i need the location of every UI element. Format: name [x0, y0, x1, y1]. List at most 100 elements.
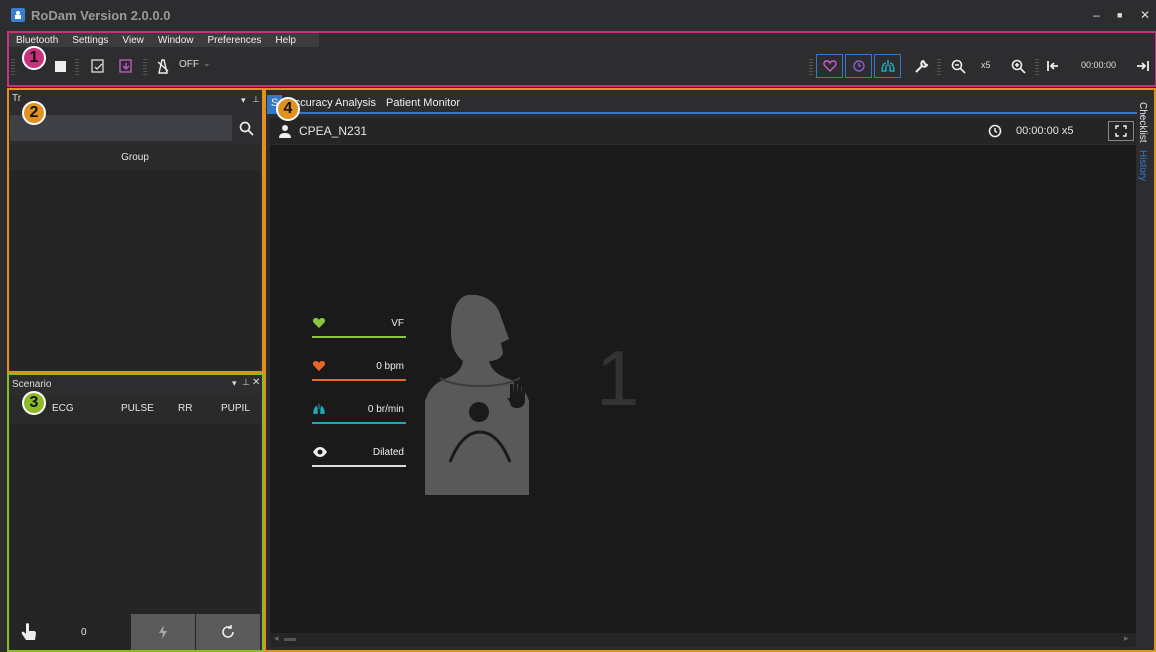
respiration-value: 0 br/min — [367, 404, 404, 415]
history-view-button[interactable] — [845, 54, 872, 78]
column-rr[interactable]: RR — [178, 403, 192, 414]
manikin-torso[interactable] — [420, 290, 545, 495]
manikin-stage: 1 — [270, 145, 1136, 633]
metronome-button[interactable] — [155, 57, 171, 75]
skip-to-start-button[interactable] — [1045, 58, 1061, 74]
column-pulse[interactable]: PULSE — [121, 403, 154, 414]
fullscreen-button[interactable] — [1108, 121, 1134, 141]
lungs-icon — [880, 60, 895, 72]
ecg-value: VF — [391, 318, 404, 329]
pin-icon[interactable]: ⊥ — [252, 94, 260, 105]
toolbar-grip[interactable] — [809, 59, 813, 75]
heart-icon — [312, 361, 326, 371]
document-check-icon — [91, 59, 104, 73]
pulse-vital: 0 bpm — [312, 359, 406, 381]
toolbar-grip[interactable] — [937, 59, 941, 75]
scenario-footer: 0 — [10, 614, 260, 650]
skip-start-icon — [1047, 61, 1058, 71]
scenario-table-header: ECG PULSE RR PUPIL — [10, 395, 260, 423]
scroll-left-icon[interactable]: ◂ — [274, 633, 279, 644]
menu-view[interactable]: View — [115, 35, 151, 46]
check-document-button[interactable] — [89, 57, 107, 75]
pupil-value: Dilated — [372, 447, 404, 458]
zoom-factor: x5 — [981, 60, 991, 70]
lightning-icon — [159, 625, 167, 639]
menu-window[interactable]: Window — [151, 35, 201, 46]
hand-press-button[interactable] — [20, 622, 38, 642]
zoom-out-icon — [951, 59, 966, 74]
horizontal-scrollbar[interactable]: ◂ ▸ — [270, 633, 1136, 647]
playback-time: 00:00:00 — [1081, 60, 1117, 70]
tab-history[interactable]: History — [1137, 150, 1148, 184]
scenario-panel-header: Scenario — [9, 375, 262, 393]
group-column-header[interactable]: Group — [10, 145, 260, 169]
zoom-in-button[interactable] — [1009, 57, 1027, 75]
toolbar-grip[interactable] — [1035, 59, 1039, 75]
metronome-state[interactable]: OFF — [179, 59, 199, 70]
column-pupil[interactable]: PUPIL — [221, 403, 250, 414]
fullscreen-icon — [1115, 125, 1127, 137]
shock-button[interactable] — [131, 614, 195, 650]
search-button[interactable] — [232, 115, 260, 141]
wrench-icon — [915, 59, 929, 73]
tab-checklist[interactable]: Checklist — [1137, 102, 1148, 143]
panel-dropdown-icon[interactable]: ▾ — [232, 378, 237, 389]
close-button[interactable]: ✕ — [1140, 8, 1150, 22]
lungs-icon — [313, 403, 325, 414]
chevron-down-icon[interactable]: ⌄ — [203, 58, 211, 69]
scroll-thumb[interactable] — [284, 638, 296, 641]
pin-icon[interactable]: ⊥ — [242, 377, 250, 388]
heart-pulse-icon — [822, 60, 837, 72]
close-panel-icon[interactable]: ✕ — [252, 377, 260, 388]
scenario-list[interactable] — [10, 424, 260, 614]
manikin-number: 1 — [596, 334, 640, 422]
toolbar: OFF ⌄ x5 00:00:00 — [9, 49, 1155, 85]
user-icon — [279, 125, 291, 138]
skip-to-end-button[interactable] — [1135, 58, 1151, 74]
clock-refresh-icon — [852, 60, 865, 72]
skip-end-icon — [1137, 61, 1149, 71]
pupil-vital: Dilated — [312, 445, 406, 467]
app-logo-icon — [11, 8, 25, 22]
lungs-view-button[interactable] — [874, 54, 901, 78]
tree-panel-header: Tr — [9, 90, 262, 106]
import-document-button[interactable] — [117, 57, 135, 75]
toolbar-grip[interactable] — [11, 59, 15, 75]
callout-badge-4: 4 — [276, 97, 300, 121]
tab-patient-monitor[interactable]: Patient Monitor — [381, 95, 465, 112]
tree-list[interactable] — [10, 170, 260, 370]
panel-dropdown-icon[interactable]: ▾ — [241, 95, 246, 106]
clock-icon — [988, 124, 1002, 138]
toolbar-grip[interactable] — [75, 59, 79, 75]
menu-settings[interactable]: Settings — [65, 35, 115, 46]
refresh-icon — [222, 625, 234, 638]
ecg-vital: VF — [312, 316, 406, 338]
patient-name: CPEA_N231 — [299, 124, 368, 138]
maximize-button[interactable]: ■ — [1117, 10, 1122, 20]
reset-button[interactable] — [196, 614, 260, 650]
eye-icon — [313, 447, 327, 457]
pulse-value: 0 bpm — [376, 361, 404, 372]
scroll-right-icon[interactable]: ▸ — [1124, 633, 1129, 644]
respiration-vital: 0 br/min — [312, 402, 406, 424]
zoom-out-button[interactable] — [949, 57, 967, 75]
settings-wrench-button[interactable] — [913, 57, 931, 75]
minimize-button[interactable]: – — [1093, 8, 1100, 22]
main-tabs: S Accuracy Analysis Patient Monitor — [267, 95, 1137, 114]
document-import-icon — [119, 59, 132, 73]
right-side-tabs: Checklist History — [1137, 96, 1154, 650]
heart-view-button[interactable] — [816, 54, 843, 78]
menu-help[interactable]: Help — [268, 35, 303, 46]
callout-badge-2: 2 — [22, 101, 46, 125]
hand-pointer-icon — [21, 623, 36, 640]
stop-button[interactable] — [53, 59, 67, 73]
zoom-in-icon — [1011, 59, 1026, 74]
stop-icon — [54, 60, 66, 72]
press-count: 0 — [81, 627, 87, 638]
session-time: 00:00:00 x5 — [1016, 125, 1074, 137]
menu-bluetooth[interactable]: Bluetooth — [9, 35, 65, 46]
menu-preferences[interactable]: Preferences — [200, 35, 268, 46]
column-ecg[interactable]: ECG — [52, 403, 74, 414]
toolbar-grip[interactable] — [143, 59, 147, 75]
tree-panel-title: Tr — [12, 92, 22, 104]
